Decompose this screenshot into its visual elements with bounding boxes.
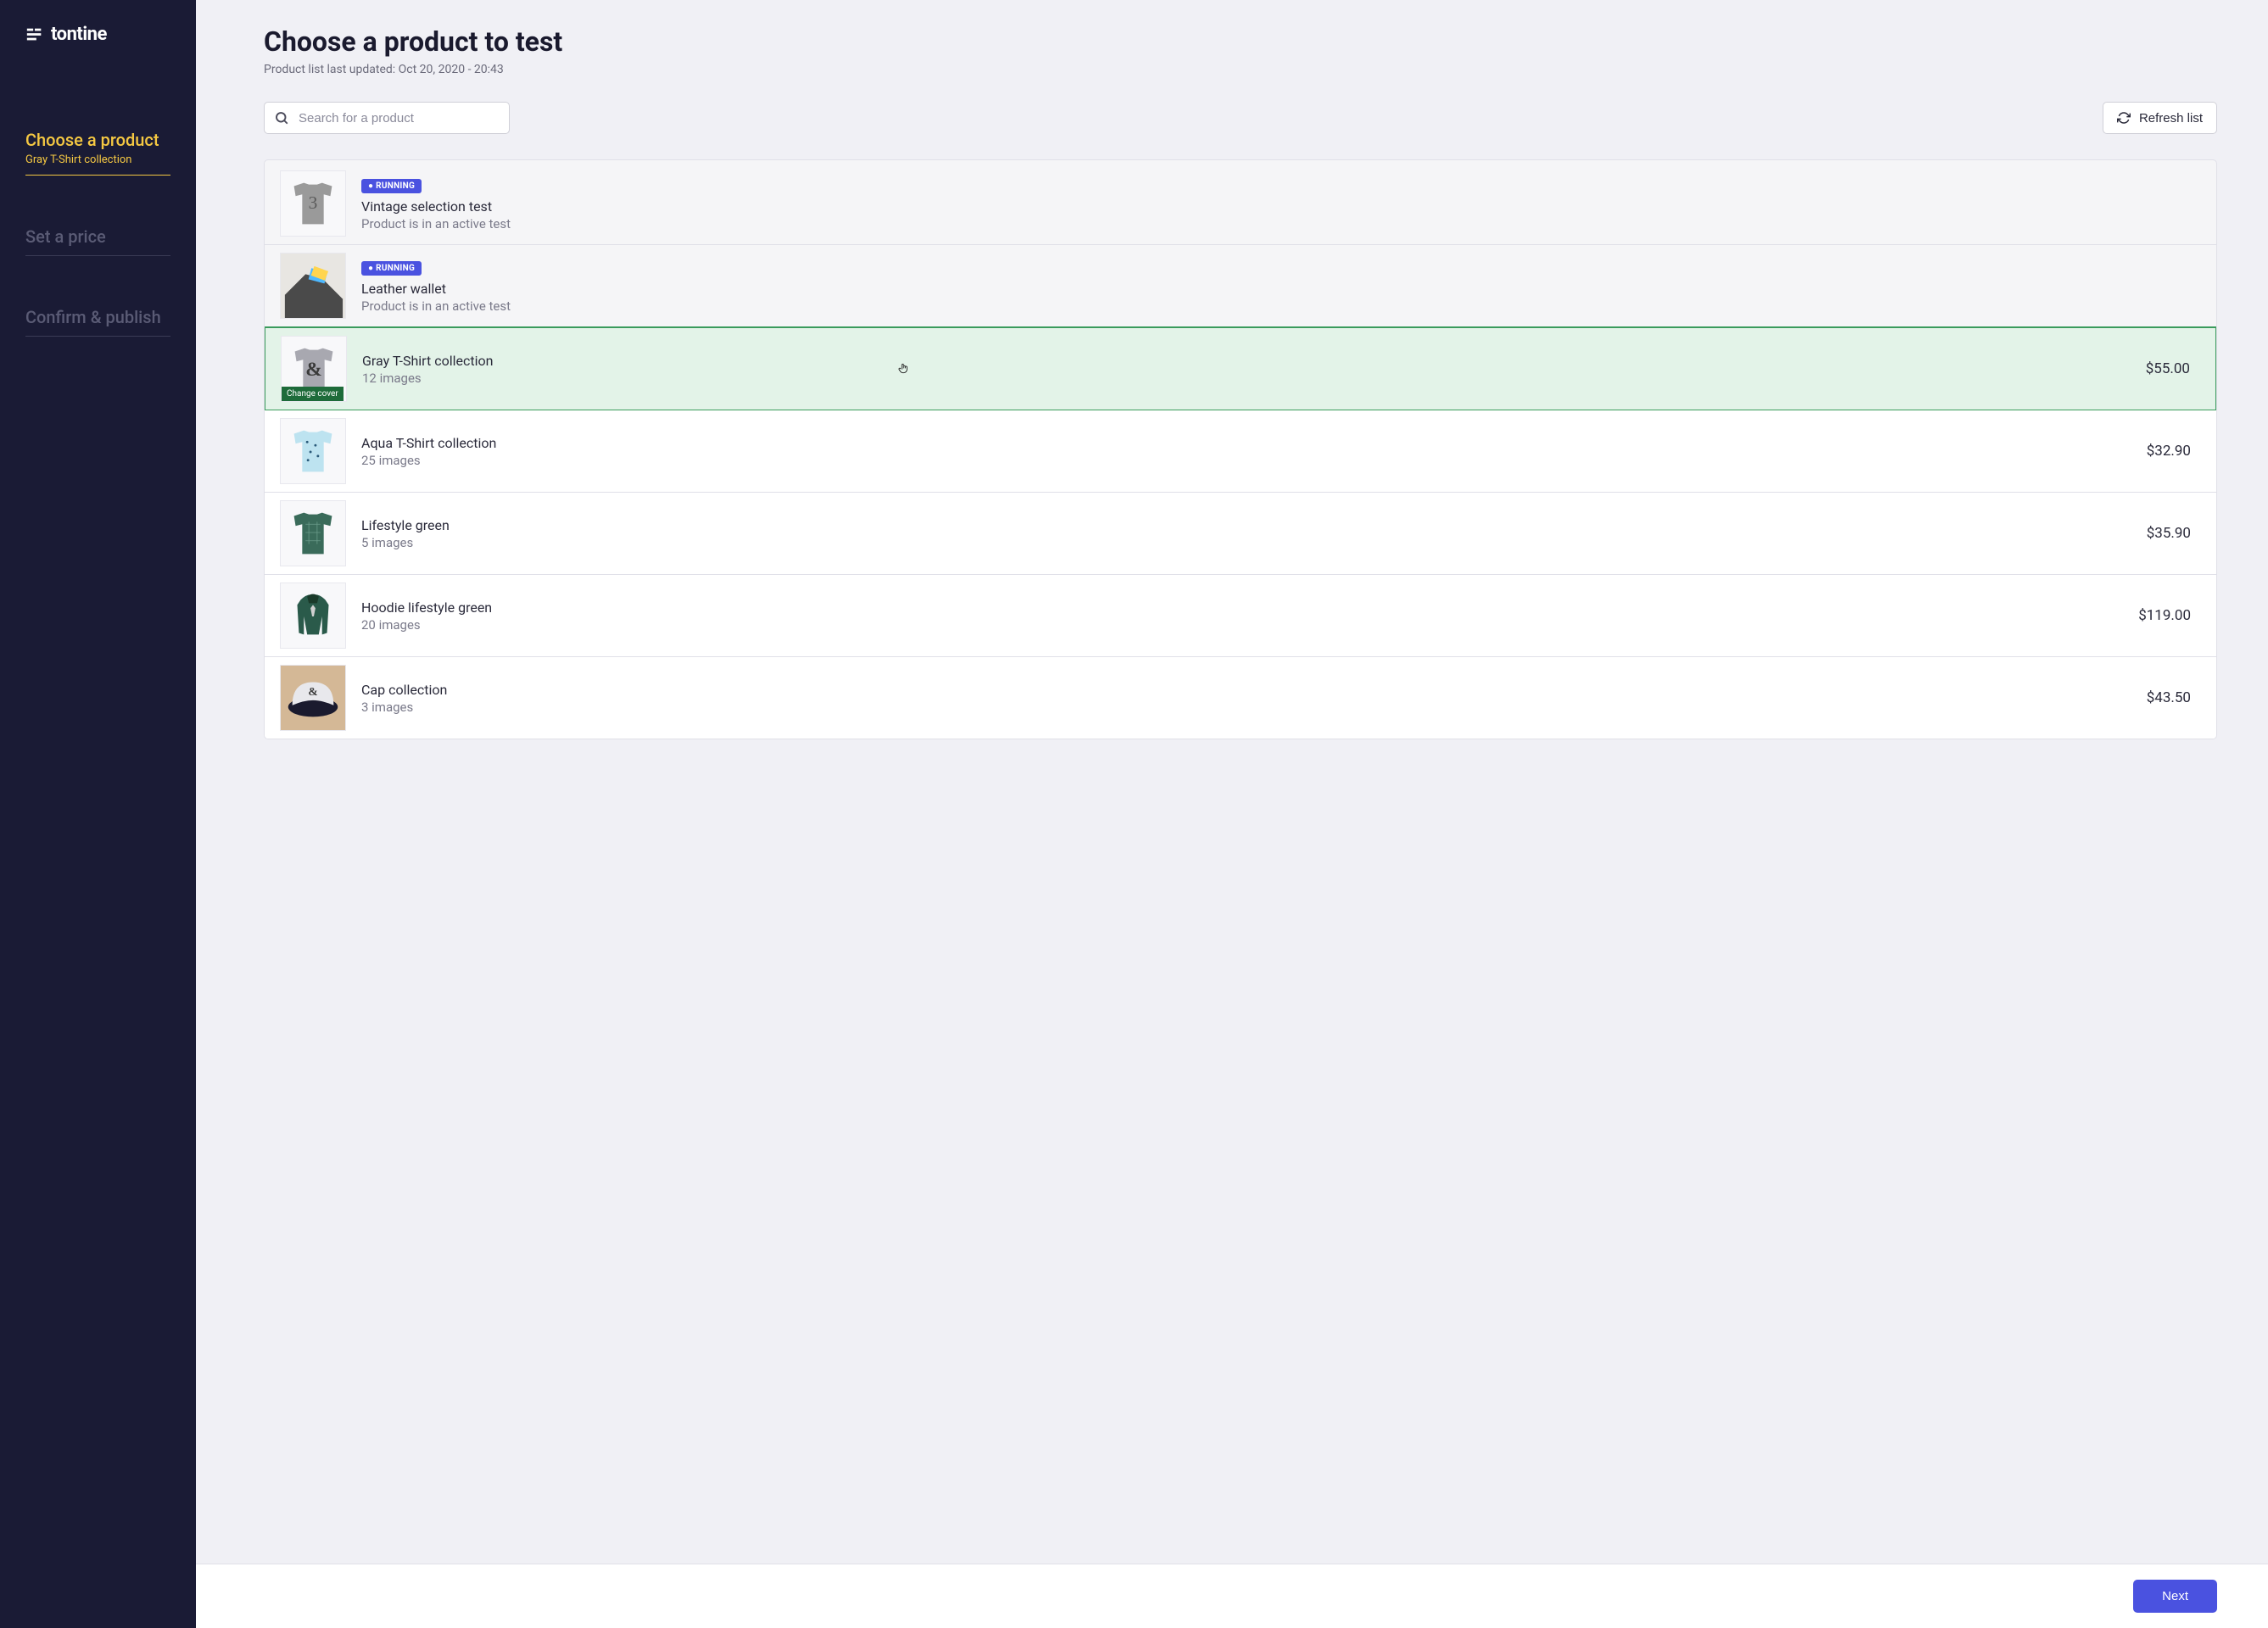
product-name: Vintage selection test xyxy=(361,198,2191,215)
search-icon xyxy=(274,110,289,125)
product-name: Lifestyle green xyxy=(361,517,2131,533)
change-cover-button[interactable]: Change cover xyxy=(282,387,344,401)
status-badge: ● RUNNING xyxy=(361,179,422,193)
svg-text:3: 3 xyxy=(309,192,318,213)
hand-cursor-icon xyxy=(897,362,911,376)
page-subtitle: Product list last updated: Oct 20, 2020 … xyxy=(264,63,2217,76)
logo-icon xyxy=(25,25,44,44)
nav-choose-product[interactable]: Choose a product Gray T-Shirt collection xyxy=(25,130,170,176)
product-thumb xyxy=(280,583,346,649)
product-meta: 5 images xyxy=(361,535,2131,550)
product-info: Cap collection 3 images xyxy=(361,682,2131,715)
product-name: Aqua T-Shirt collection xyxy=(361,435,2131,451)
refresh-button[interactable]: Refresh list xyxy=(2103,102,2217,134)
product-list: 3 ● RUNNING Vintage selection test Produ… xyxy=(264,159,2217,739)
product-name: Hoodie lifestyle green xyxy=(361,599,2123,616)
product-meta: 25 images xyxy=(361,453,2131,468)
product-row-wallet[interactable]: ● RUNNING Leather wallet Product is in a… xyxy=(265,245,2216,327)
logo: tontine xyxy=(25,24,170,45)
search-wrapper xyxy=(264,102,510,134)
product-thumb[interactable]: & Change cover xyxy=(281,336,347,402)
status-badge: ● RUNNING xyxy=(361,261,422,276)
product-row-vintage[interactable]: 3 ● RUNNING Vintage selection test Produ… xyxy=(265,160,2216,245)
product-meta: Product is in an active test xyxy=(361,298,2191,314)
product-info: Aqua T-Shirt collection 25 images xyxy=(361,435,2131,468)
svg-text:&: & xyxy=(308,685,317,698)
product-row-cap[interactable]: & Cap collection 3 images $43.50 xyxy=(265,657,2216,739)
nav-step-title: Choose a product xyxy=(25,130,170,150)
content: Choose a product to test Product list la… xyxy=(196,0,2268,1564)
product-thumb xyxy=(280,500,346,566)
product-row-lifestyle-green[interactable]: Lifestyle green 5 images $35.90 xyxy=(265,493,2216,575)
product-thumb: & xyxy=(280,665,346,731)
logo-text: tontine xyxy=(51,24,107,45)
product-thumb xyxy=(280,418,346,484)
search-input[interactable] xyxy=(264,102,510,134)
product-meta: 3 images xyxy=(361,700,2131,715)
product-price: $35.90 xyxy=(2147,525,2191,542)
sidebar: tontine Choose a product Gray T-Shirt co… xyxy=(0,0,196,1628)
product-row-aqua-tshirt[interactable]: Aqua T-Shirt collection 25 images $32.90 xyxy=(265,410,2216,493)
product-info: ● RUNNING Leather wallet Product is in a… xyxy=(361,258,2191,314)
nav-confirm-publish[interactable]: Confirm & publish xyxy=(25,307,170,337)
product-price: $43.50 xyxy=(2147,689,2191,706)
nav-step-title: Confirm & publish xyxy=(25,307,170,327)
product-thumb xyxy=(280,253,346,319)
product-info: Hoodie lifestyle green 20 images xyxy=(361,599,2123,633)
product-meta: Product is in an active test xyxy=(361,216,2191,231)
page-title: Choose a product to test xyxy=(264,25,2217,58)
product-meta: 12 images xyxy=(362,371,2131,386)
product-name: Cap collection xyxy=(361,682,2131,698)
svg-text:&: & xyxy=(305,359,321,381)
product-thumb: 3 xyxy=(280,170,346,237)
product-info: ● RUNNING Vintage selection test Product… xyxy=(361,176,2191,231)
refresh-label: Refresh list xyxy=(2139,111,2203,125)
product-meta: 20 images xyxy=(361,617,2123,633)
product-info: Gray T-Shirt collection 12 images xyxy=(362,353,2131,386)
main: Choose a product to test Product list la… xyxy=(196,0,2268,1628)
product-row-gray-tshirt[interactable]: & Change cover Gray T-Shirt collection 1… xyxy=(264,326,2217,411)
nav-step-subtitle: Gray T-Shirt collection xyxy=(25,153,170,166)
next-button[interactable]: Next xyxy=(2133,1580,2217,1613)
footer: Next xyxy=(196,1564,2268,1628)
product-price: $119.00 xyxy=(2138,607,2191,624)
nav-step-title: Set a price xyxy=(25,226,170,247)
product-row-hoodie[interactable]: Hoodie lifestyle green 20 images $119.00 xyxy=(265,575,2216,657)
toolbar: Refresh list xyxy=(264,102,2217,134)
nav-set-price[interactable]: Set a price xyxy=(25,226,170,256)
product-price: $32.90 xyxy=(2147,443,2191,460)
product-name: Leather wallet xyxy=(361,281,2191,297)
product-name: Gray T-Shirt collection xyxy=(362,353,2131,369)
product-price: $55.00 xyxy=(2146,360,2190,377)
product-info: Lifestyle green 5 images xyxy=(361,517,2131,550)
refresh-icon xyxy=(2117,111,2131,125)
